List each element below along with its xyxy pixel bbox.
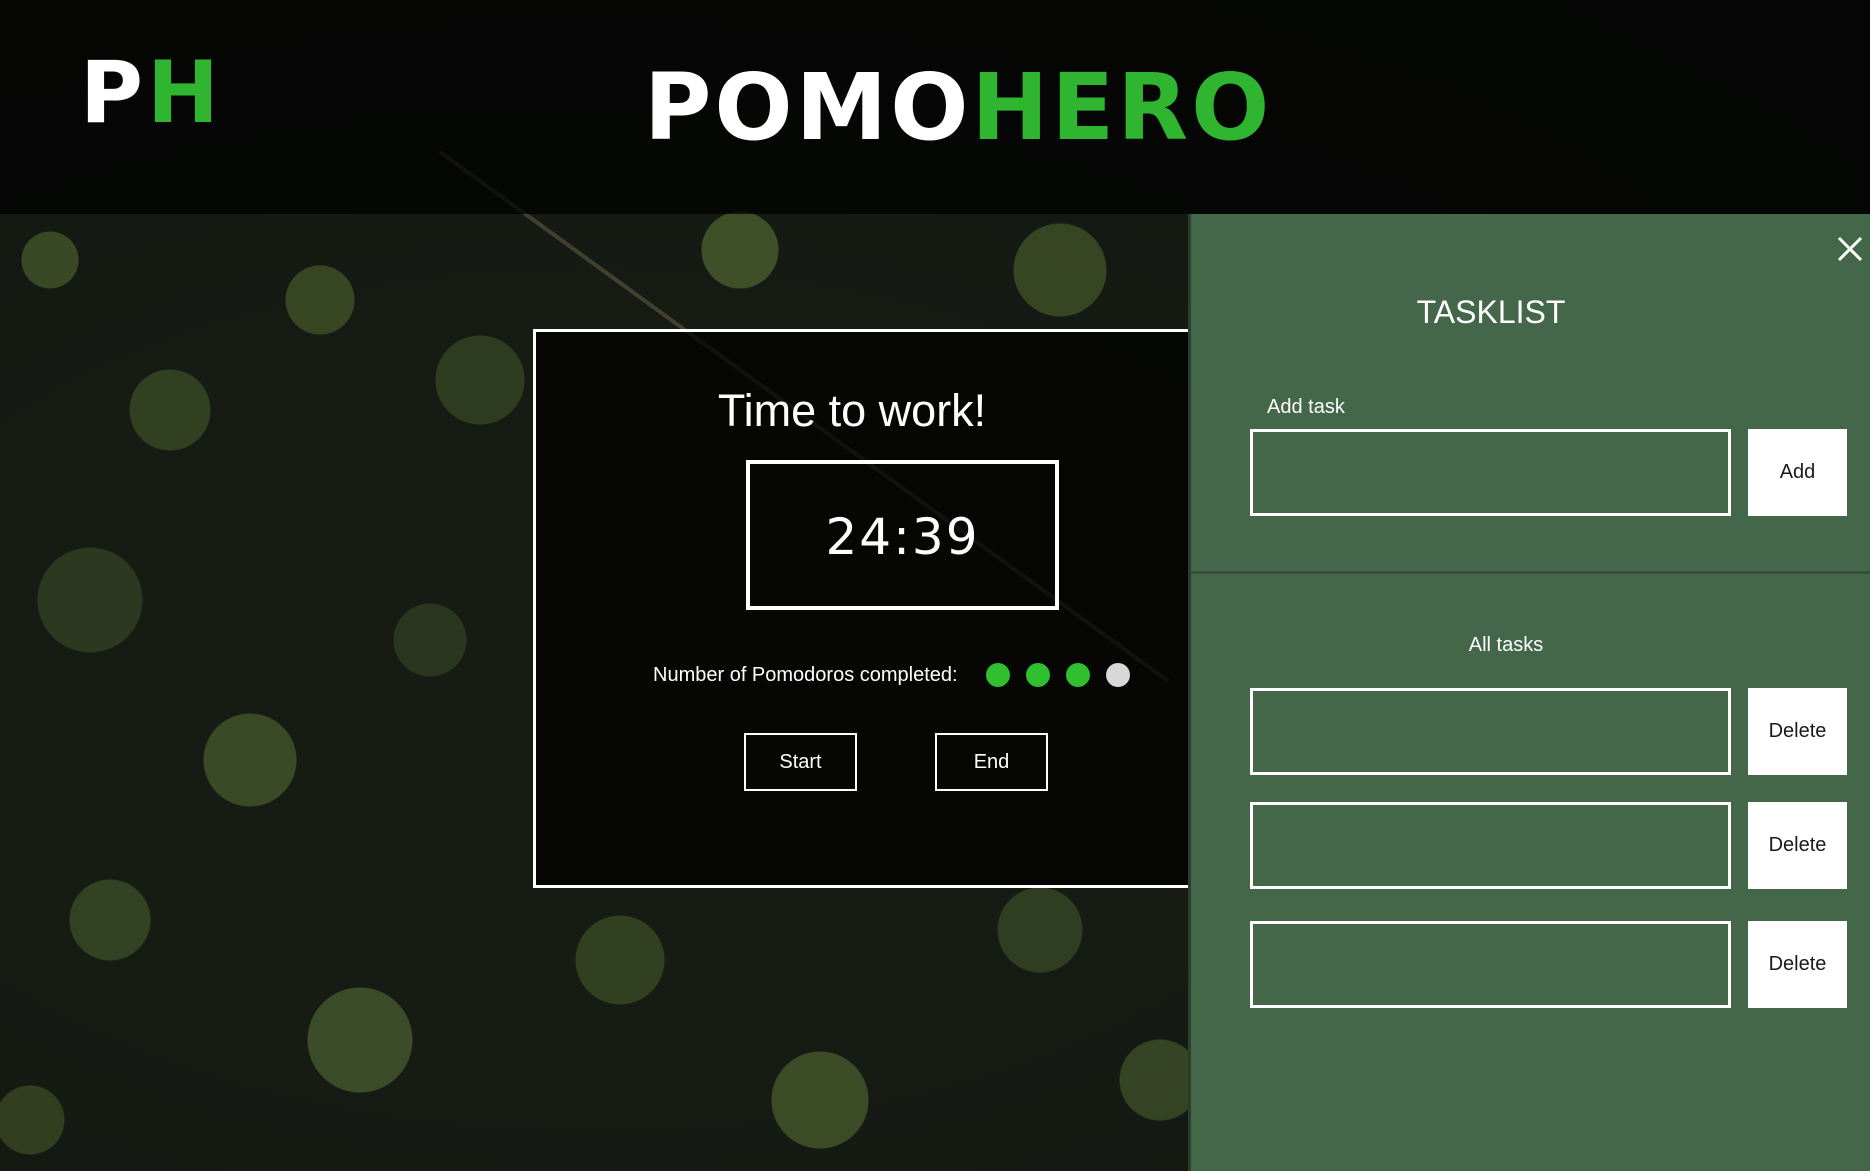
pomodoro-dot xyxy=(1065,663,1090,687)
timer-clock: 24:39 xyxy=(825,508,980,566)
panel-divider xyxy=(1191,571,1870,574)
header-bar: PH POMOHERO xyxy=(0,0,1870,214)
timer-title: Time to work! xyxy=(717,385,987,436)
add-task-button[interactable]: Add xyxy=(1748,429,1847,516)
timer-card: Time to work! 24:39 Number of Pomodoros … xyxy=(533,329,1213,888)
all-tasks-label: All tasks xyxy=(1468,634,1544,656)
end-button[interactable]: End xyxy=(935,733,1048,791)
tasklist-panel: TASKLIST Add task Add All tasks Delete D… xyxy=(1188,214,1870,1171)
app-title-accent: HERO xyxy=(971,54,1273,161)
clock-box: 24:39 xyxy=(746,460,1059,610)
delete-task-button-1[interactable]: Delete xyxy=(1748,688,1847,775)
add-task-input[interactable] xyxy=(1250,429,1731,516)
task-input-2[interactable] xyxy=(1250,802,1731,889)
app-window: PH POMOHERO Time to work! 24:39 Number o… xyxy=(0,0,1870,1171)
delete-task-button-2[interactable]: Delete xyxy=(1748,802,1847,889)
pomodoro-dot xyxy=(1105,663,1130,687)
delete-task-button-3[interactable]: Delete xyxy=(1748,921,1847,1008)
pomodoro-dot xyxy=(985,663,1010,687)
add-task-label: Add task xyxy=(1267,396,1345,418)
task-input-3[interactable] xyxy=(1250,921,1731,1008)
start-button[interactable]: Start xyxy=(744,733,857,791)
pomodoro-progress: Number of Pomodoros completed: xyxy=(653,660,1130,690)
pomodoro-label: Number of Pomodoros completed: xyxy=(653,663,958,686)
task-input-1[interactable] xyxy=(1250,688,1731,775)
pomodoro-dot xyxy=(1025,663,1050,687)
logo[interactable]: PH xyxy=(80,50,223,136)
close-icon[interactable] xyxy=(1835,234,1865,264)
app-title-first: POMO xyxy=(644,54,972,161)
app-title: POMOHERO xyxy=(644,62,1272,154)
logo-letter-h: H xyxy=(147,43,224,143)
logo-letter-p: P xyxy=(80,43,148,143)
tasklist-title: TASKLIST xyxy=(1416,294,1566,330)
